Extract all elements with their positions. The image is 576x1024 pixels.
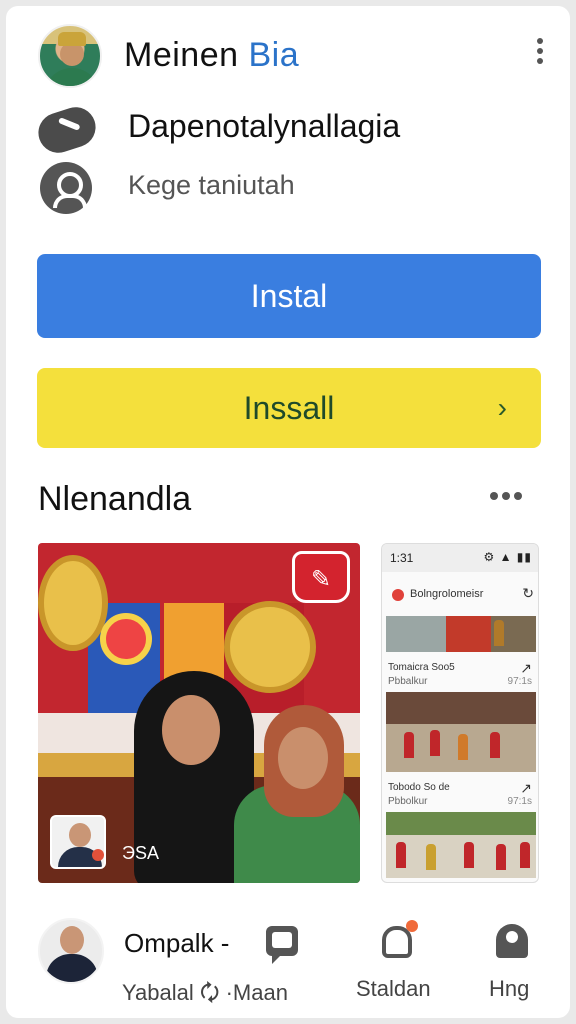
install-button[interactable]: Instal: [37, 254, 541, 338]
refresh-icon[interactable]: ↻: [522, 585, 534, 602]
preview-image-3: [386, 812, 536, 878]
preview-image-1: [386, 616, 536, 652]
preview-item-1-sub: Pbbalkur: [388, 676, 428, 687]
preview-item-2[interactable]: Tobodо So de ↗ Pbbolkur 97:1s: [386, 778, 536, 810]
detail-row-phone: Dapenotalynallagia: [33, 102, 558, 158]
bottom-bar: Ompalk - Yabalal 🗘 ·Maan Staldan Hng: [6, 914, 570, 1018]
profile-pin-icon[interactable]: [496, 924, 528, 958]
preview-item-1-title: Tomaicra Soo5: [388, 662, 455, 673]
user-subtitle: Yabalal 🗘 ·Maan: [122, 980, 288, 1005]
user-name: Ompalk -: [124, 928, 230, 958]
detail-row-person: Kege tanіutah: [38, 162, 558, 214]
secondary-install-button[interactable]: Inssall ›: [37, 368, 541, 448]
preview-item-2-meta: 97:1s: [507, 796, 532, 807]
nav-label-3[interactable]: Hng: [489, 976, 529, 1002]
title-part2: Bia: [248, 36, 300, 74]
preview-app-bar: Bolngrolomeisr ↻: [382, 580, 538, 610]
status-bar: 1:31 ⚙ ▲ ▮▮: [382, 544, 538, 572]
share-icon[interactable]: ↗: [520, 660, 532, 677]
status-icons: ⚙ ▲ ▮▮: [483, 550, 532, 564]
user-avatar[interactable]: [38, 918, 104, 984]
phone-icon: [33, 102, 101, 158]
profile-avatar[interactable]: [38, 24, 102, 88]
secondary-install-label: Inssall: [243, 390, 335, 426]
preview-image-2: [386, 692, 536, 772]
nav-label-2[interactable]: Staldan: [356, 976, 431, 1002]
section-title: Nlenandla: [38, 480, 192, 518]
mini-avatar[interactable]: [50, 815, 106, 869]
preview-item-2-sub: Pbbolkur: [388, 796, 428, 807]
notification-badge: [406, 920, 418, 932]
preview-item-1[interactable]: Tomaicra Soo5 ↗ Pbbalkur 97:1s: [386, 658, 536, 690]
preview-app-name: Bolngrolomeisr: [410, 588, 484, 600]
preview-item-2-title: Tobodо So de: [388, 782, 450, 793]
share-icon[interactable]: ↗: [520, 780, 532, 797]
more-vert-icon[interactable]: [534, 38, 546, 66]
phone-preview-card[interactable]: 1:31 ⚙ ▲ ▮▮ Bolngrolomeisr ↻ Tomaicra So…: [381, 543, 539, 883]
media-photo[interactable]: ✎ ЭSA: [38, 543, 360, 883]
notification-icon[interactable]: [382, 920, 418, 958]
status-time: 1:31: [390, 551, 414, 565]
app-dot-icon: [392, 589, 404, 601]
page-title: Meinen Bia: [124, 36, 299, 75]
detail-line1: Dapenotalynallagia: [128, 108, 401, 144]
media-caption: ЭSA: [122, 843, 159, 863]
edit-sticker-icon[interactable]: ✎: [292, 551, 350, 603]
more-horiz-icon[interactable]: [490, 492, 526, 502]
chevron-right-icon: ›: [497, 392, 507, 423]
app-card: Meinen Bia Dapenotalynallagia Kege tanіu…: [6, 6, 570, 1018]
title-part1: Meinen: [124, 36, 239, 74]
detail-line2: Kege tanіutah: [128, 170, 295, 200]
photo-person-2: [234, 705, 360, 883]
person-icon: [38, 162, 94, 214]
chat-icon[interactable]: [266, 926, 298, 964]
header: Meinen Bia: [38, 24, 558, 90]
preview-item-1-meta: 97:1s: [507, 676, 532, 687]
